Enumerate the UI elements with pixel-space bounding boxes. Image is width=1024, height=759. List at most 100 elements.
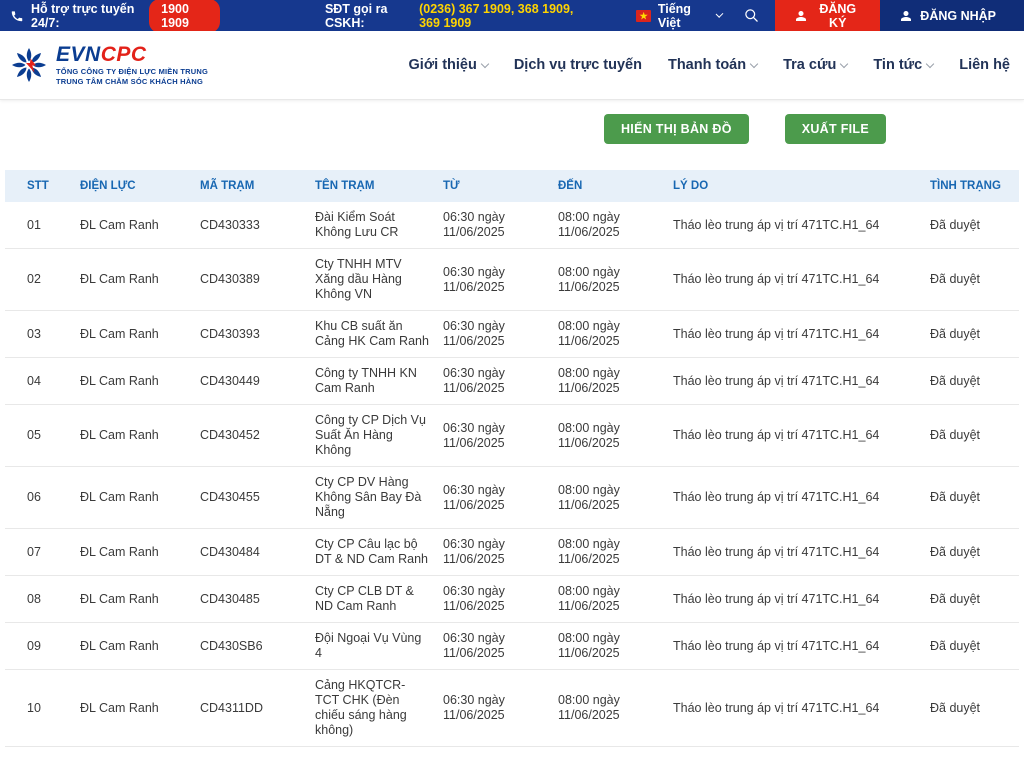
column-header-ly-do: LÝ DO bbox=[673, 170, 930, 202]
cell-dien-luc: ĐL Cam Ranh bbox=[80, 467, 200, 529]
site-header: EVNCPC TỔNG CÔNG TY ĐIỆN LỰC MIỀN TRUNG … bbox=[0, 31, 1024, 100]
nav-item-5[interactable]: Liên hệ bbox=[959, 57, 1010, 73]
cell-ma-tram: CD430389 bbox=[200, 249, 315, 311]
cell-ten-tram: Đội Ngoại Vụ Vùng 4 bbox=[315, 623, 443, 670]
chevron-down-icon bbox=[926, 59, 934, 67]
nav-item-3[interactable]: Tra cứu bbox=[783, 57, 847, 73]
cell-ma-tram: CD430SB6 bbox=[200, 623, 315, 670]
cell-stt: 05 bbox=[5, 405, 80, 467]
cell-ma-tram: CD4311DD bbox=[200, 670, 315, 747]
cell-stt: 06 bbox=[5, 467, 80, 529]
cell-dien-luc: ĐL Cam Ranh bbox=[80, 576, 200, 623]
nav-item-label: Tra cứu bbox=[783, 57, 836, 73]
cell-stt: 09 bbox=[5, 623, 80, 670]
table-header-row: STTĐIỆN LỰCMÃ TRẠMTÊN TRẠMTỪĐẾNLÝ DOTÌNH… bbox=[5, 170, 1019, 202]
cell-tinh-trang: Đã duyệt bbox=[930, 202, 1019, 249]
cell-den: 08:00 ngày 11/06/2025 bbox=[558, 311, 673, 358]
cell-tinh-trang: Đã duyệt bbox=[930, 311, 1019, 358]
cell-ly-do: Tháo lèo trung áp vị trí 471TC.H1_64 bbox=[673, 249, 930, 311]
nav-item-0[interactable]: Giới thiệu bbox=[409, 57, 488, 73]
column-header-stt: STT bbox=[5, 170, 80, 202]
search-icon bbox=[744, 8, 759, 23]
cell-stt: 04 bbox=[5, 358, 80, 405]
cell-ten-tram: Cty CP CLB DT & ND Cam Ranh bbox=[315, 576, 443, 623]
hotline-badge[interactable]: 1900 1909 bbox=[149, 0, 220, 33]
cell-tinh-trang: Đã duyệt bbox=[930, 405, 1019, 467]
cell-ma-tram: CD430484 bbox=[200, 529, 315, 576]
table-row: 04ĐL Cam RanhCD430449Công ty TNHH KN Cam… bbox=[5, 358, 1019, 405]
register-button[interactable]: ĐĂNG KÝ bbox=[775, 0, 880, 31]
outage-table: STTĐIỆN LỰCMÃ TRẠMTÊN TRẠMTỪĐẾNLÝ DOTÌNH… bbox=[5, 170, 1019, 747]
table-row: 05ĐL Cam RanhCD430452Công ty CP Dịch Vụ … bbox=[5, 405, 1019, 467]
cell-ten-tram: Đài Kiểm Soát Không Lưu CR bbox=[315, 202, 443, 249]
cell-den: 08:00 ngày 11/06/2025 bbox=[558, 202, 673, 249]
nav-item-4[interactable]: Tin tức bbox=[873, 57, 933, 73]
cell-tu: 06:30 ngày 11/06/2025 bbox=[443, 529, 558, 576]
cell-ma-tram: CD430449 bbox=[200, 358, 315, 405]
cskh-numbers: (0236) 367 1909, 368 1909, 369 1909 bbox=[419, 2, 594, 30]
nav-item-2[interactable]: Thanh toán bbox=[668, 57, 757, 73]
cell-stt: 07 bbox=[5, 529, 80, 576]
support-label: Hỗ trợ trực tuyến 24/7: bbox=[31, 2, 138, 30]
export-file-button[interactable]: XUẤT FILE bbox=[785, 114, 886, 144]
company-line1: TỔNG CÔNG TY ĐIỆN LỰC MIỀN TRUNG bbox=[56, 68, 208, 76]
brand-cpc: CPC bbox=[101, 43, 147, 66]
column-header-ten-tram: TÊN TRẠM bbox=[315, 170, 443, 202]
cell-stt: 03 bbox=[5, 311, 80, 358]
language-selector[interactable]: ★ Tiếng Việt bbox=[636, 2, 722, 30]
chevron-down-icon bbox=[716, 10, 724, 18]
cell-ma-tram: CD430333 bbox=[200, 202, 315, 249]
cell-tinh-trang: Đã duyệt bbox=[930, 576, 1019, 623]
cell-stt: 02 bbox=[5, 249, 80, 311]
cell-tu: 06:30 ngày 11/06/2025 bbox=[443, 467, 558, 529]
cell-stt: 10 bbox=[5, 670, 80, 747]
table-row: 01ĐL Cam RanhCD430333Đài Kiểm Soát Không… bbox=[5, 202, 1019, 249]
evn-logo-icon bbox=[10, 46, 48, 84]
actions-row: HIỂN THỊ BẢN ĐỒ XUẤT FILE bbox=[0, 114, 1024, 144]
cell-tinh-trang: Đã duyệt bbox=[930, 670, 1019, 747]
nav-item-1[interactable]: Dịch vụ trực tuyến bbox=[514, 57, 642, 73]
cell-ten-tram: Khu CB suất ăn Cảng HK Cam Ranh bbox=[315, 311, 443, 358]
support-hotline-group: Hỗ trợ trực tuyến 24/7: 1900 1909 bbox=[0, 0, 220, 33]
vietnam-flag-icon: ★ bbox=[636, 10, 650, 22]
login-button[interactable]: ĐĂNG NHẬP bbox=[880, 0, 1024, 31]
cell-tu: 06:30 ngày 11/06/2025 bbox=[443, 405, 558, 467]
phone-icon bbox=[10, 9, 24, 23]
nav-item-label: Dịch vụ trực tuyến bbox=[514, 57, 642, 73]
cell-ly-do: Tháo lèo trung áp vị trí 471TC.H1_64 bbox=[673, 623, 930, 670]
cell-ly-do: Tháo lèo trung áp vị trí 471TC.H1_64 bbox=[673, 405, 930, 467]
cell-dien-luc: ĐL Cam Ranh bbox=[80, 405, 200, 467]
brand-evn: EVN bbox=[56, 43, 101, 66]
cell-tu: 06:30 ngày 11/06/2025 bbox=[443, 623, 558, 670]
cell-ma-tram: CD430485 bbox=[200, 576, 315, 623]
column-header-ma-tram: MÃ TRẠM bbox=[200, 170, 315, 202]
chevron-down-icon bbox=[750, 59, 758, 67]
cell-tinh-trang: Đã duyệt bbox=[930, 249, 1019, 311]
topbar: Hỗ trợ trực tuyến 24/7: 1900 1909 SĐT gọ… bbox=[0, 0, 1024, 31]
table-row: 02ĐL Cam RanhCD430389Cty TNHH MTV Xăng d… bbox=[5, 249, 1019, 311]
cell-tinh-trang: Đã duyệt bbox=[930, 358, 1019, 405]
cell-ly-do: Tháo lèo trung áp vị trí 471TC.H1_64 bbox=[673, 670, 930, 747]
evncpc-logo[interactable]: EVNCPC TỔNG CÔNG TY ĐIỆN LỰC MIỀN TRUNG … bbox=[10, 44, 208, 86]
cell-den: 08:00 ngày 11/06/2025 bbox=[558, 529, 673, 576]
cell-den: 08:00 ngày 11/06/2025 bbox=[558, 670, 673, 747]
show-map-button[interactable]: HIỂN THỊ BẢN ĐỒ bbox=[604, 114, 749, 144]
column-header-tu: TỪ bbox=[443, 170, 558, 202]
cell-tu: 06:30 ngày 11/06/2025 bbox=[443, 249, 558, 311]
cell-stt: 08 bbox=[5, 576, 80, 623]
language-label: Tiếng Việt bbox=[658, 2, 705, 30]
cell-tu: 06:30 ngày 11/06/2025 bbox=[443, 670, 558, 747]
table-row: 10ĐL Cam RanhCD4311DDCảng HKQTCR-TCT CHK… bbox=[5, 670, 1019, 747]
search-button[interactable] bbox=[744, 8, 759, 23]
user-icon bbox=[795, 10, 807, 22]
cell-dien-luc: ĐL Cam Ranh bbox=[80, 670, 200, 747]
table-row: 07ĐL Cam RanhCD430484Cty CP Câu lạc bộ D… bbox=[5, 529, 1019, 576]
nav-item-label: Tin tức bbox=[873, 57, 922, 73]
cell-ten-tram: Cảng HKQTCR-TCT CHK (Đèn chiếu sáng hàng… bbox=[315, 670, 443, 747]
cell-ly-do: Tháo lèo trung áp vị trí 471TC.H1_64 bbox=[673, 358, 930, 405]
table-row: 03ĐL Cam RanhCD430393Khu CB suất ăn Cảng… bbox=[5, 311, 1019, 358]
cell-tinh-trang: Đã duyệt bbox=[930, 467, 1019, 529]
table-row: 06ĐL Cam RanhCD430455Cty CP DV Hàng Khôn… bbox=[5, 467, 1019, 529]
chevron-down-icon bbox=[840, 59, 848, 67]
cell-den: 08:00 ngày 11/06/2025 bbox=[558, 405, 673, 467]
